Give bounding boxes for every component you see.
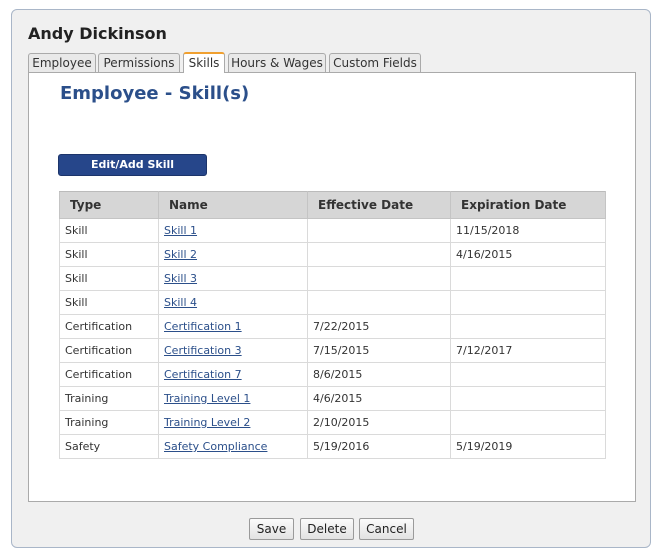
cell-type: Certification [59, 314, 159, 339]
save-button[interactable]: Save [249, 518, 294, 540]
cell-type: Skill [59, 290, 159, 315]
cell-effective-date: 7/22/2015 [307, 314, 451, 339]
skill-link[interactable]: Certification 7 [164, 368, 242, 381]
column-header-effective-date[interactable]: Effective Date [307, 191, 451, 219]
cell-effective-date [307, 242, 451, 267]
cell-name: Training Level 1 [158, 386, 308, 411]
cell-effective-date [307, 218, 451, 243]
cell-name: Skill 1 [158, 218, 308, 243]
cell-type: Skill [59, 218, 159, 243]
column-header-type[interactable]: Type [59, 191, 159, 219]
skills-table: Type Name Effective Date Expiration Date… [59, 191, 606, 459]
skill-link[interactable]: Certification 3 [164, 344, 242, 357]
cell-expiration-date [450, 362, 606, 387]
cell-type: Skill [59, 242, 159, 267]
column-header-expiration-date[interactable]: Expiration Date [450, 191, 606, 219]
cell-name: Training Level 2 [158, 410, 308, 435]
table-row: Certification Certification 1 7/22/2015 [59, 314, 606, 339]
column-header-name[interactable]: Name [158, 191, 308, 219]
cell-effective-date [307, 290, 451, 315]
cell-type: Training [59, 410, 159, 435]
skill-link[interactable]: Skill 1 [164, 224, 197, 237]
skill-link[interactable]: Skill 4 [164, 296, 197, 309]
skill-link[interactable]: Certification 1 [164, 320, 242, 333]
cell-name: Skill 3 [158, 266, 308, 291]
cell-name: Safety Compliance [158, 434, 308, 459]
skill-link[interactable]: Training Level 1 [164, 392, 250, 405]
employee-name: Andy Dickinson [28, 24, 167, 43]
table-row: Certification Certification 3 7/15/2015 … [59, 338, 606, 363]
cell-effective-date: 2/10/2015 [307, 410, 451, 435]
table-row: Training Training Level 2 2/10/2015 [59, 410, 606, 435]
table-row: Skill Skill 1 11/15/2018 [59, 218, 606, 243]
page-title: Employee - Skill(s) [60, 83, 250, 104]
employee-panel: Andy Dickinson Employee Permissions Skil… [11, 9, 651, 548]
cell-name: Skill 4 [158, 290, 308, 315]
cell-effective-date: 8/6/2015 [307, 362, 451, 387]
cell-type: Certification [59, 362, 159, 387]
table-row: Certification Certification 7 8/6/2015 [59, 362, 606, 387]
cell-effective-date [307, 266, 451, 291]
skill-link[interactable]: Training Level 2 [164, 416, 250, 429]
cell-effective-date: 7/15/2015 [307, 338, 451, 363]
cell-expiration-date [450, 266, 606, 291]
edit-add-skill-button[interactable]: Edit/Add Skill [58, 154, 207, 176]
cell-expiration-date [450, 314, 606, 339]
skill-link[interactable]: Skill 2 [164, 248, 197, 261]
cell-expiration-date: 4/16/2015 [450, 242, 606, 267]
cell-expiration-date: 11/15/2018 [450, 218, 606, 243]
skill-link[interactable]: Skill 3 [164, 272, 197, 285]
cell-type: Certification [59, 338, 159, 363]
table-row: Skill Skill 2 4/16/2015 [59, 242, 606, 267]
cell-type: Safety [59, 434, 159, 459]
tab-content: Employee - Skill(s) Edit/Add Skill Type … [28, 72, 636, 502]
tab-employee[interactable]: Employee [28, 53, 96, 72]
cell-expiration-date [450, 410, 606, 435]
cell-name: Skill 2 [158, 242, 308, 267]
tab-permissions[interactable]: Permissions [98, 53, 180, 72]
cancel-button[interactable]: Cancel [359, 518, 414, 540]
delete-button[interactable]: Delete [300, 518, 354, 540]
cell-name: Certification 1 [158, 314, 308, 339]
skill-link[interactable]: Safety Compliance [164, 440, 267, 453]
cell-expiration-date: 5/19/2019 [450, 434, 606, 459]
tab-hours-wages[interactable]: Hours & Wages [228, 53, 326, 72]
cell-expiration-date [450, 290, 606, 315]
cell-name: Certification 3 [158, 338, 308, 363]
cell-expiration-date [450, 386, 606, 411]
cell-type: Training [59, 386, 159, 411]
tab-custom-fields[interactable]: Custom Fields [329, 53, 421, 72]
cell-expiration-date: 7/12/2017 [450, 338, 606, 363]
cell-name: Certification 7 [158, 362, 308, 387]
cell-effective-date: 4/6/2015 [307, 386, 451, 411]
table-row: Safety Safety Compliance 5/19/2016 5/19/… [59, 434, 606, 459]
cell-type: Skill [59, 266, 159, 291]
table-header-row: Type Name Effective Date Expiration Date [59, 191, 606, 219]
cell-effective-date: 5/19/2016 [307, 434, 451, 459]
table-row: Training Training Level 1 4/6/2015 [59, 386, 606, 411]
table-row: Skill Skill 3 [59, 266, 606, 291]
table-row: Skill Skill 4 [59, 290, 606, 315]
tab-skills[interactable]: Skills [183, 52, 225, 73]
